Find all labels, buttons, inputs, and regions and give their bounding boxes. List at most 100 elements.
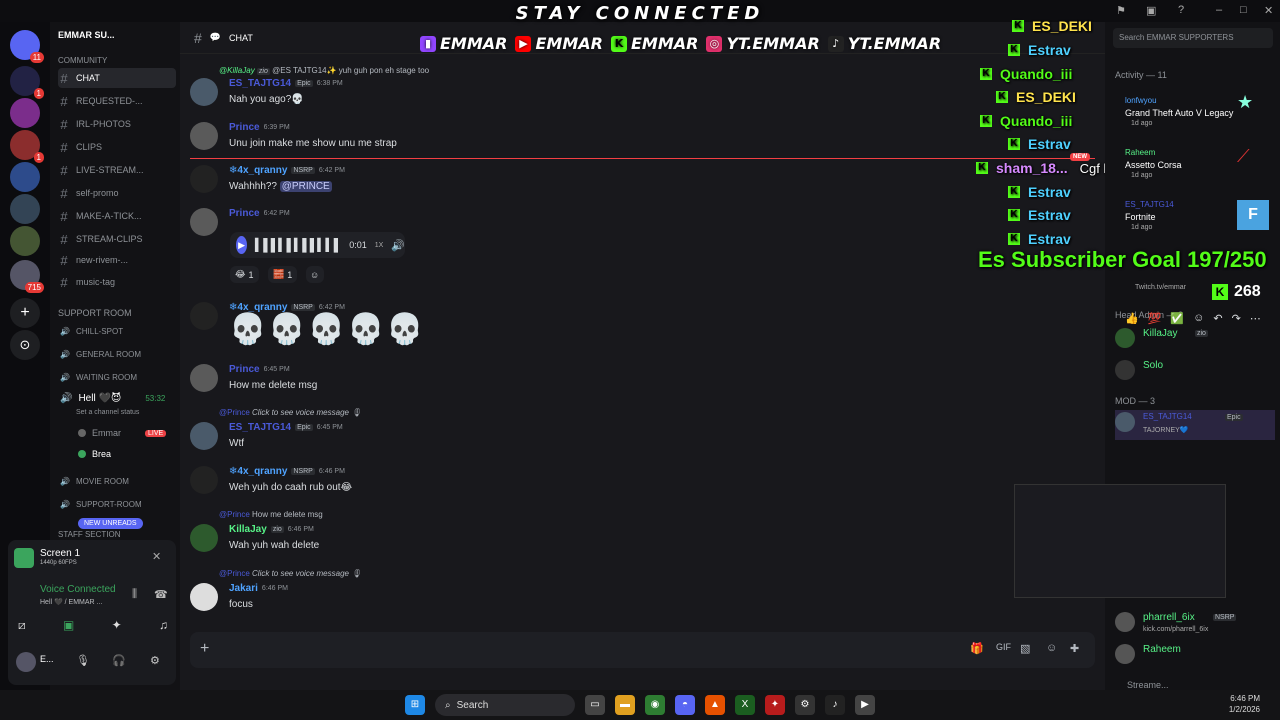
- activities-icon[interactable]: ✦: [112, 618, 122, 633]
- message-author[interactable]: ES_TAJTG14: [229, 78, 291, 89]
- search-input[interactable]: Search EMMAR SUPPORTERS: [1113, 28, 1273, 48]
- disconnect-icon[interactable]: ☎: [154, 588, 168, 601]
- maximize-icon[interactable]: □: [1240, 4, 1247, 16]
- username[interactable]: E...: [40, 654, 54, 664]
- add-attachment-icon[interactable]: +: [200, 640, 209, 658]
- member-item[interactable]: ES_TAJTG14 Epic TAJORNEY💙: [1115, 410, 1275, 440]
- inbox-icon[interactable]: ⚑: [1116, 4, 1126, 17]
- avatar[interactable]: [190, 208, 218, 236]
- playback-speed[interactable]: 1X: [375, 242, 384, 249]
- waveform[interactable]: ▍▌▌▍▌▍▌▌▍▍▌: [255, 238, 342, 252]
- reaction[interactable]: 🧱 1: [268, 266, 298, 283]
- message-author[interactable]: ES_TAJTG14: [229, 422, 291, 433]
- mic-icon[interactable]: 🎙: [76, 654, 90, 667]
- share-screen-icon[interactable]: ▣: [63, 618, 74, 633]
- task-view-icon[interactable]: ▭: [585, 695, 605, 715]
- play-icon[interactable]: ▶: [236, 236, 248, 254]
- voice-location[interactable]: Hell 🖤 / EMMAR ...: [40, 598, 102, 606]
- app-icon[interactable]: ⚙: [795, 695, 815, 715]
- tiktok-icon[interactable]: ♪: [825, 695, 845, 715]
- add-reaction-icon[interactable]: ☺: [306, 266, 324, 283]
- channel-stream-clips[interactable]: # STREAM-CLIPS: [58, 229, 176, 249]
- voice-channel[interactable]: 🔊 WAITING ROOM: [60, 373, 137, 382]
- camera-off-icon[interactable]: ⧄: [18, 618, 26, 633]
- check-icon[interactable]: ✅: [1170, 312, 1184, 325]
- file-explorer-icon[interactable]: ▬: [615, 695, 635, 715]
- message-composer[interactable]: + 🎁 GIF ▧ ☺ ✚: [190, 632, 1095, 668]
- avatar[interactable]: [190, 422, 218, 450]
- avatar[interactable]: [190, 78, 218, 106]
- server-icon[interactable]: [10, 194, 40, 224]
- avatar[interactable]: [190, 524, 218, 552]
- message-author[interactable]: Prince: [229, 364, 260, 375]
- taskbar-search[interactable]: ⌕ Search: [435, 694, 575, 716]
- category-staff-section[interactable]: STAFF SECTION: [58, 530, 121, 539]
- user-mention[interactable]: @PRINCE: [279, 181, 332, 192]
- voice-channel[interactable]: 🔊 CHILL-SPOT: [60, 327, 123, 336]
- channel-make-a-ticket[interactable]: # MAKE-A-TICK...: [58, 206, 176, 226]
- message-author[interactable]: Prince: [229, 122, 260, 133]
- discover-icon[interactable]: ⊙: [10, 330, 40, 360]
- channel-live-stream[interactable]: # LIVE-STREAM...: [58, 160, 176, 180]
- gif-icon[interactable]: GIF: [996, 642, 1011, 652]
- stream-preview-thumbnail[interactable]: [1014, 484, 1226, 598]
- windows-icon[interactable]: ⊞: [405, 695, 425, 715]
- member-item[interactable]: Raheem: [1115, 642, 1275, 672]
- server-icon[interactable]: 1: [10, 130, 44, 163]
- app-icon[interactable]: ✦: [765, 695, 785, 715]
- emoji-icon[interactable]: ☺: [1046, 642, 1057, 654]
- chrome-icon[interactable]: ◉: [645, 695, 665, 715]
- home-button[interactable]: 11: [10, 30, 44, 63]
- reply-preview[interactable]: @Prince Click to see voice message 🎙: [219, 408, 361, 417]
- system-clock[interactable]: 6:46 PM 1/2/2026: [1229, 693, 1260, 715]
- avatar[interactable]: [190, 583, 218, 611]
- channel-self-promo[interactable]: # self-promo: [58, 183, 176, 203]
- message-author[interactable]: ❄4x_qranny: [229, 466, 287, 477]
- voice-user[interactable]: Emmar LIVE: [78, 428, 167, 438]
- avatar[interactable]: [16, 652, 36, 672]
- message-author[interactable]: Jakari: [229, 583, 258, 594]
- server-icon[interactable]: [10, 226, 40, 256]
- more-icon[interactable]: ⋯: [1250, 312, 1261, 325]
- channel-music-tag[interactable]: # music-tag: [58, 272, 176, 292]
- hundred-icon[interactable]: 💯: [1148, 312, 1162, 325]
- noise-icon[interactable]: ⫼: [132, 588, 137, 601]
- reaction[interactable]: 😂 1: [230, 266, 259, 283]
- channel-clips[interactable]: # CLIPS: [58, 137, 176, 157]
- apps-icon[interactable]: ✚: [1070, 642, 1079, 655]
- close-stream-icon[interactable]: ✕: [152, 550, 161, 563]
- volume-icon[interactable]: 🔊: [391, 239, 405, 252]
- settings-icon[interactable]: ⚙: [150, 654, 160, 667]
- gift-icon[interactable]: 🎁: [970, 642, 984, 655]
- add-server-icon[interactable]: +: [10, 298, 40, 328]
- voice-channel[interactable]: 🔊 MOVIE ROOM: [60, 477, 129, 486]
- new-unreads-pill[interactable]: NEW UNREADS: [78, 518, 143, 529]
- voice-connected[interactable]: Voice Connected: [40, 584, 116, 595]
- avatar[interactable]: [190, 122, 218, 150]
- category-community[interactable]: COMMUNITY: [58, 56, 107, 65]
- channel-new-rivem[interactable]: # new-rivem-...: [58, 250, 176, 270]
- voice-channel-active[interactable]: 🔊 Hell 🖤😈 53:32: [60, 393, 165, 404]
- voice-user[interactable]: Brea: [78, 449, 111, 459]
- media-icon[interactable]: ▶: [855, 695, 875, 715]
- reply-preview[interactable]: @Prince How me delete msg: [219, 510, 323, 519]
- discord-icon[interactable]: ◓: [675, 695, 695, 715]
- message-author[interactable]: KillaJay: [229, 524, 267, 535]
- message-author[interactable]: Prince: [229, 208, 260, 219]
- add-reaction-icon[interactable]: ☺: [1193, 312, 1204, 325]
- voice-channel[interactable]: 🔊 GENERAL ROOM: [60, 350, 141, 359]
- channel-status[interactable]: Set a channel status: [76, 409, 139, 416]
- screen-icon[interactable]: ▣: [1146, 4, 1156, 17]
- member-item[interactable]: Solo: [1115, 358, 1275, 388]
- activity-item[interactable]: Raheem Assetto Corsa 1d ago: [1115, 146, 1275, 179]
- member-item[interactable]: KillaJay zio: [1115, 326, 1275, 356]
- help-icon[interactable]: ?: [1178, 4, 1184, 16]
- member-item[interactable]: pharrell_6ix NSRP kick.com/pharrell_6ix: [1115, 610, 1275, 640]
- activity-header[interactable]: Activity — 11: [1115, 70, 1167, 80]
- message-author[interactable]: ❄4x_qranny: [229, 165, 287, 176]
- avatar[interactable]: [190, 165, 218, 193]
- reply-preview[interactable]: @Prince Click to see voice message 🎙: [219, 569, 361, 578]
- server-name[interactable]: EMMAR SU...: [58, 30, 115, 40]
- avatar[interactable]: [190, 302, 218, 330]
- channel-requested[interactable]: # REQUESTED-...: [58, 91, 176, 111]
